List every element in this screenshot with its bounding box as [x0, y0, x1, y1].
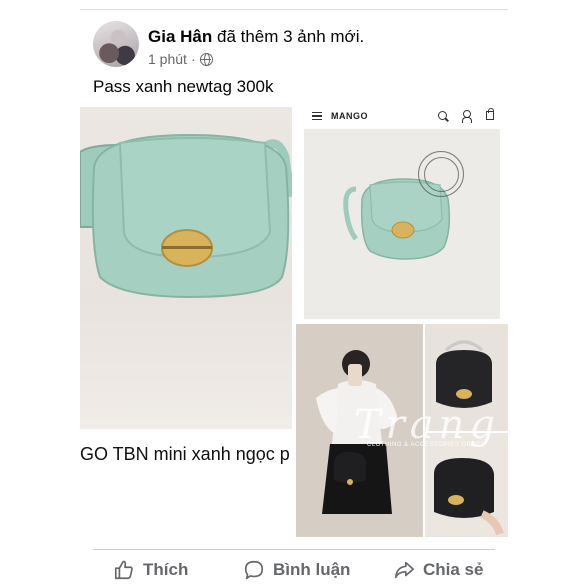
author-line: Gia Hân đã thêm 3 ảnh mới.	[148, 27, 364, 47]
menu-icon	[312, 112, 322, 120]
like-button[interactable]: Thích	[113, 559, 188, 581]
mango-logo: MANGO	[331, 111, 368, 121]
watermark-seal	[418, 151, 464, 197]
top-divider	[80, 9, 508, 10]
meta-separator: ·	[190, 51, 196, 67]
post-header: Gia Hân đã thêm 3 ảnh mới. 1 phút ·	[93, 21, 513, 69]
mango-header: MANGO	[296, 107, 508, 127]
post-meta: 1 phút ·	[148, 51, 213, 67]
comment-icon	[244, 560, 264, 580]
globe-icon	[199, 52, 213, 66]
share-label: Chia sẻ	[423, 560, 484, 579]
action-bar: Thích Bình luận Chia sẻ	[93, 555, 495, 586]
share-icon	[394, 561, 414, 579]
like-label: Thích	[143, 560, 189, 579]
post-text: Pass xanh newtag 300k	[93, 77, 274, 96]
comment-button[interactable]: Bình luận	[243, 559, 350, 581]
search-icon	[438, 111, 447, 120]
shopping-bag-icon	[486, 108, 494, 120]
mint-bag-small	[343, 178, 451, 260]
like-icon	[114, 560, 133, 580]
author-name[interactable]: Gia Hân	[148, 27, 212, 46]
caption-strip: GO TBN mini xanh ngọc p	[80, 429, 292, 537]
bottom-divider	[93, 549, 495, 550]
user-icon	[462, 110, 472, 123]
avatar[interactable]	[93, 21, 139, 67]
watermark-tagline: CLOTHING & ACCESSORIES ORDER	[367, 442, 486, 448]
photo-black-bag-collage[interactable]: Trang CLOTHING & ACCESSORIES ORDER	[296, 324, 508, 537]
mint-bag-illustration	[80, 133, 292, 299]
left-caption: GO TBN mini xanh ngọc p	[80, 444, 290, 464]
post-action-text: đã thêm 3 ảnh mới.	[216, 27, 365, 46]
mango-product-photo	[304, 129, 500, 319]
post-time[interactable]: 1 phút	[148, 51, 187, 67]
comment-label: Bình luận	[273, 560, 351, 579]
photo-mango-product[interactable]: MANGO	[296, 107, 508, 320]
share-button[interactable]: Chia sẻ	[393, 559, 483, 581]
photo-mint-bag-closeup[interactable]	[80, 107, 292, 429]
